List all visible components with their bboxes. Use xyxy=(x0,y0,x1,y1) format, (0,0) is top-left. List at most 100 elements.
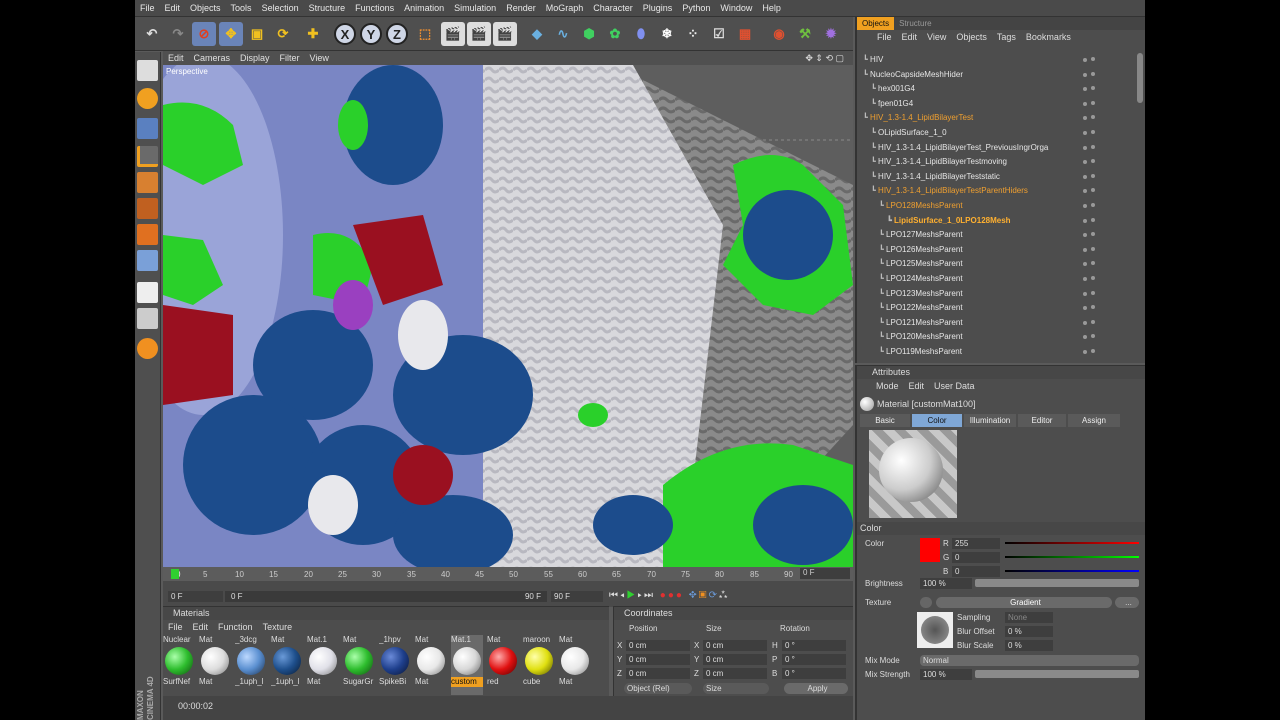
visibility-render-dot[interactable] xyxy=(1091,319,1095,324)
size-x-field[interactable]: 0 cm xyxy=(703,640,767,651)
object-tree-row[interactable]: ┗ LPO122MeshsParent xyxy=(857,301,1135,316)
visibility-editor-dot[interactable] xyxy=(1083,320,1087,325)
mat-menu-texture[interactable]: Texture xyxy=(258,620,298,634)
menu-animation[interactable]: Animation xyxy=(399,0,449,17)
visibility-editor-dot[interactable] xyxy=(1083,116,1087,121)
y-axis-icon[interactable]: Y xyxy=(360,23,382,45)
position-key-icon[interactable]: ✥ xyxy=(689,590,699,601)
play-icon[interactable]: ▶ xyxy=(627,590,638,601)
visibility-editor-dot[interactable] xyxy=(1083,101,1087,106)
position-y-field[interactable]: 0 cm xyxy=(626,654,690,665)
attr-menu-mode[interactable]: Mode xyxy=(871,379,904,393)
visibility-render-dot[interactable] xyxy=(1091,130,1095,134)
vp-menu-filter[interactable]: Filter xyxy=(275,51,305,65)
goto-end-icon[interactable]: ⏭ xyxy=(644,590,655,601)
object-tree-row[interactable]: ┗ LPO119MeshsParent xyxy=(857,345,1135,360)
sampling-select[interactable]: None xyxy=(1005,612,1053,623)
visibility-editor-dot[interactable] xyxy=(1083,291,1087,296)
visibility-render-dot[interactable] xyxy=(1091,203,1095,207)
visibility-editor-dot[interactable] xyxy=(1083,306,1087,311)
uv-mode-icon[interactable] xyxy=(137,250,158,271)
render-settings-icon[interactable]: 🎬 xyxy=(493,22,517,46)
object-tree-row[interactable]: ┗ HIV_1.3-1.4_LipidBilayerTeststatic xyxy=(857,170,1135,185)
python-icon[interactable]: ⚒ xyxy=(793,22,817,46)
material-swatch[interactable]: Mat SugarGr xyxy=(343,635,375,695)
material-swatch[interactable]: Mat.1 Mat xyxy=(307,635,339,695)
material-swatch[interactable]: _1hpv SpikeBi xyxy=(379,635,411,695)
live-select-icon[interactable]: ⊘ xyxy=(192,22,216,46)
visibility-editor-dot[interactable] xyxy=(1083,262,1087,267)
obj-menu-file[interactable]: File xyxy=(872,30,897,44)
material-swatch[interactable]: Mat _1uph_l xyxy=(271,635,303,695)
texture-mode-icon[interactable] xyxy=(137,282,158,303)
visibility-render-dot[interactable] xyxy=(1091,115,1095,120)
visibility-render-dot[interactable] xyxy=(1091,71,1095,76)
scale-key-icon[interactable]: ▣ xyxy=(699,590,709,601)
scale-icon[interactable]: ▣ xyxy=(245,22,269,46)
timeline-ruler[interactable]: 0 5 10 15 20 25 30 35 40 45 50 55 60 65 … xyxy=(163,567,853,581)
rotate-icon[interactable]: ⟳ xyxy=(271,22,295,46)
object-tree-row[interactable]: ┗ hex001G4 xyxy=(857,82,1135,97)
mat-menu-edit[interactable]: Edit xyxy=(188,620,214,634)
obj-menu-view[interactable]: View xyxy=(922,30,951,44)
environment-icon[interactable]: ❄ xyxy=(655,22,679,46)
preview-range-slider[interactable]: 0 F 90 F xyxy=(225,591,547,602)
color-swatch[interactable] xyxy=(920,538,940,562)
visibility-render-dot[interactable] xyxy=(1091,232,1095,237)
visibility-editor-dot[interactable] xyxy=(1083,233,1087,238)
red-value-field[interactable]: 255 xyxy=(952,538,1000,549)
blue-value-field[interactable]: 0 xyxy=(952,566,1000,577)
menu-file[interactable]: File xyxy=(135,0,160,17)
plugin-icon[interactable]: ✹ xyxy=(819,22,843,46)
playhead[interactable] xyxy=(171,569,179,579)
visibility-render-dot[interactable] xyxy=(1091,334,1095,339)
visibility-render-dot[interactable] xyxy=(1091,57,1095,61)
deformer-icon[interactable]: ⬮ xyxy=(629,22,653,46)
object-tree-row[interactable]: ┗ LPO120MeshsParent xyxy=(857,330,1135,345)
snap-icon[interactable] xyxy=(137,338,158,359)
array-icon[interactable]: ✿ xyxy=(603,22,627,46)
coordinate-mode-select[interactable]: Object (Rel) xyxy=(624,683,692,694)
material-swatch[interactable]: Mat Mat xyxy=(415,635,447,695)
position-x-field[interactable]: 0 cm xyxy=(626,640,690,651)
obj-menu-bookmarks[interactable]: Bookmarks xyxy=(1021,30,1076,44)
timeline[interactable]: 0 5 10 15 20 25 30 35 40 45 50 55 60 65 … xyxy=(163,567,853,607)
texture-more-button[interactable]: ... xyxy=(1115,597,1139,608)
menu-python[interactable]: Python xyxy=(677,0,715,17)
visibility-render-dot[interactable] xyxy=(1091,349,1095,353)
z-axis-icon[interactable]: Z xyxy=(386,23,408,45)
tab-editor[interactable]: Editor xyxy=(1018,414,1066,427)
visibility-editor-dot[interactable] xyxy=(1083,58,1087,62)
menu-mograph[interactable]: MoGraph xyxy=(541,0,589,17)
visibility-editor-dot[interactable] xyxy=(1083,247,1087,252)
attr-menu-user-data[interactable]: User Data xyxy=(929,379,980,393)
size-z-field[interactable]: 0 cm xyxy=(703,668,767,679)
blur-offset-field[interactable]: 0 % xyxy=(1005,626,1053,637)
object-tree-row[interactable]: ┗ NucleoCapsideMeshHider xyxy=(857,68,1135,83)
tab-objects[interactable]: Objects xyxy=(857,17,895,30)
visibility-editor-dot[interactable] xyxy=(1083,335,1087,340)
menu-structure[interactable]: Structure xyxy=(304,0,351,17)
material-swatch[interactable]: Mat Mat xyxy=(559,635,591,695)
green-value-field[interactable]: 0 xyxy=(952,552,1000,563)
visibility-render-dot[interactable] xyxy=(1091,290,1095,295)
end-frame-field[interactable]: 90 F xyxy=(551,591,603,602)
visibility-editor-dot[interactable] xyxy=(1083,87,1087,92)
obj-menu-edit[interactable]: Edit xyxy=(897,30,923,44)
visibility-render-dot[interactable] xyxy=(1091,246,1095,251)
visibility-render-dot[interactable] xyxy=(1091,276,1095,280)
menu-plugins[interactable]: Plugins xyxy=(638,0,678,17)
mix-strength-field[interactable]: 100 % xyxy=(920,669,972,680)
visibility-editor-dot[interactable] xyxy=(1083,204,1087,208)
visibility-editor-dot[interactable] xyxy=(1083,189,1087,194)
menu-character[interactable]: Character xyxy=(588,0,638,17)
object-tree-row[interactable]: ┗ HIV_1.3-1.4_LipidBilayerTestParentHide… xyxy=(857,184,1135,199)
attr-menu-edit[interactable]: Edit xyxy=(904,379,930,393)
playback-controls[interactable]: ⏮◂▶▸⏭ ●●● ✥▣⟳⁂ xyxy=(609,590,847,603)
start-frame-field[interactable]: 0 F xyxy=(168,591,223,602)
object-tree-row[interactable]: ┗ LPO128MeshsParent xyxy=(857,199,1135,214)
obj-menu-tags[interactable]: Tags xyxy=(992,30,1021,44)
menu-render[interactable]: Render xyxy=(501,0,541,17)
visibility-editor-dot[interactable] xyxy=(1083,131,1087,135)
visibility-render-dot[interactable] xyxy=(1091,86,1095,91)
